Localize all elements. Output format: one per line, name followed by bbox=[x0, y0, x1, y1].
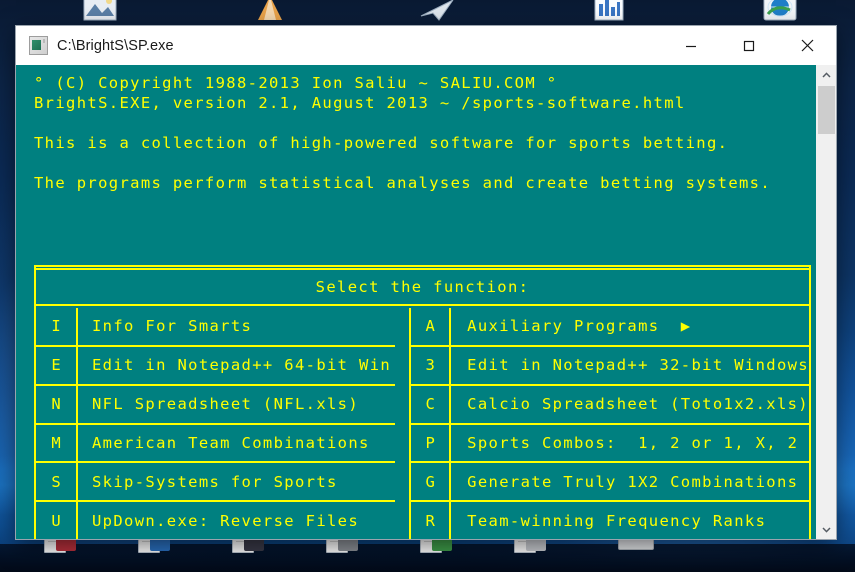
menu-item-a[interactable]: A Auxiliary Programs ▶ bbox=[409, 308, 809, 347]
menu-item-r[interactable]: R Team-winning Frequency Ranks bbox=[409, 502, 809, 539]
menu-key: N bbox=[36, 385, 78, 423]
menu-label: Team-winning Frequency Ranks bbox=[467, 511, 767, 530]
menu-key: P bbox=[409, 424, 452, 462]
console-line: This is a collection of high-powered sof… bbox=[34, 134, 729, 152]
desktop-icon-mountain-photo-icon[interactable] bbox=[78, 0, 122, 26]
console-output[interactable]: ° (C) Copyright 1988-2013 Ion Saliu ~ SA… bbox=[16, 65, 817, 539]
menu-item-p[interactable]: P Sports Combos: 1, 2 or 1, X, 2 bbox=[409, 424, 809, 464]
console-line: BrightS.EXE, version 2.1, August 2013 ~ … bbox=[34, 94, 686, 112]
menu-key: E bbox=[36, 346, 78, 384]
desktop-icon-paper-plane-icon[interactable] bbox=[415, 0, 459, 26]
menu-key: U bbox=[36, 502, 78, 539]
menu-label: American Team Combinations bbox=[92, 434, 370, 452]
maximize-button[interactable] bbox=[720, 26, 778, 65]
menu-label: Skip-Systems for Sports bbox=[92, 472, 338, 491]
menu-key: S bbox=[36, 463, 78, 501]
menu-item-e[interactable]: E Edit in Notepad++ 64-bit Win bbox=[36, 346, 396, 386]
console-app-icon bbox=[29, 36, 48, 55]
minimize-button[interactable] bbox=[662, 26, 720, 65]
vertical-scrollbar[interactable] bbox=[816, 65, 836, 539]
desktop-icon-cone-icon[interactable] bbox=[248, 0, 292, 26]
menu-column-gap bbox=[395, 308, 409, 539]
desktop-icon-browser-globe-icon[interactable] bbox=[758, 0, 802, 26]
menu-label: Calcio Spreadsheet (Toto1x2.xls) bbox=[467, 395, 809, 414]
menu-label: NFL Spreadsheet (NFL.xls) bbox=[92, 395, 360, 414]
menu-label: Auxiliary Programs ▶ bbox=[467, 317, 692, 336]
menu-item-u[interactable]: U UpDown.exe: Reverse Files bbox=[36, 502, 395, 539]
window-controls bbox=[662, 26, 836, 65]
menu-key: 3 bbox=[409, 346, 452, 384]
menu-item-m[interactable]: M American Team Combinations bbox=[36, 424, 396, 464]
menu-item-3[interactable]: 3 Edit in Notepad++ 32-bit Windows bbox=[409, 346, 809, 386]
menu-heading: Select the function: bbox=[36, 270, 809, 306]
console-line: ° (C) Copyright 1988-2013 Ion Saliu ~ SA… bbox=[34, 74, 558, 92]
menu-key: A bbox=[409, 308, 452, 345]
menu-key: I bbox=[36, 308, 78, 345]
desktop-icon-charts-icon[interactable] bbox=[587, 0, 631, 26]
menu-key: R bbox=[409, 502, 452, 539]
console-window: C:\BrightS\SP.exe ° (C) Copyright 1988-2… bbox=[16, 26, 836, 539]
console-client-area: ° (C) Copyright 1988-2013 Ion Saliu ~ SA… bbox=[16, 65, 836, 539]
menu-item-g[interactable]: G Generate Truly 1X2 Combinations bbox=[409, 463, 809, 503]
chevron-up-icon bbox=[822, 71, 831, 78]
menu-item-n[interactable]: N NFL Spreadsheet (NFL.xls) bbox=[36, 385, 396, 425]
menu-label: UpDown.exe: Reverse Files bbox=[92, 511, 360, 530]
console-line: The programs perform statistical analyse… bbox=[34, 174, 772, 192]
menu-key: C bbox=[409, 385, 452, 423]
menu-key: M bbox=[36, 424, 78, 462]
menu-column-left: I Info For Smarts E Edit in Notepad++ 64… bbox=[36, 308, 396, 539]
function-menu-box: Select the function: I Info For Smarts E… bbox=[34, 265, 811, 539]
menu-label: Generate Truly 1X2 Combinations bbox=[467, 472, 799, 491]
window-title: C:\BrightS\SP.exe bbox=[57, 37, 174, 54]
close-button[interactable] bbox=[778, 26, 836, 65]
menu-heading-text: Select the function: bbox=[315, 278, 530, 296]
menu-label: Edit in Notepad++ 64-bit Win bbox=[92, 356, 392, 375]
chevron-down-icon bbox=[822, 526, 831, 533]
menu-right-border bbox=[809, 265, 811, 539]
menu-grid: I Info For Smarts E Edit in Notepad++ 64… bbox=[36, 308, 809, 539]
scroll-down-button[interactable] bbox=[817, 520, 836, 539]
scroll-up-button[interactable] bbox=[817, 65, 836, 84]
window-title-bar[interactable]: C:\BrightS\SP.exe bbox=[16, 26, 836, 66]
menu-key: G bbox=[409, 463, 452, 501]
menu-item-c[interactable]: C Calcio Spreadsheet (Toto1x2.xls) bbox=[409, 385, 809, 425]
menu-label: Sports Combos: 1, 2 or 1, X, 2 bbox=[467, 434, 799, 452]
menu-item-s[interactable]: S Skip-Systems for Sports bbox=[36, 463, 396, 503]
menu-column-right: A Auxiliary Programs ▶ 3 Edit in Notepad… bbox=[409, 308, 809, 539]
menu-label: Info For Smarts bbox=[92, 317, 253, 336]
menu-label: Edit in Notepad++ 32-bit Windows bbox=[467, 356, 809, 375]
scrollbar-thumb[interactable] bbox=[818, 86, 835, 134]
menu-item-i[interactable]: I Info For Smarts bbox=[36, 308, 396, 347]
